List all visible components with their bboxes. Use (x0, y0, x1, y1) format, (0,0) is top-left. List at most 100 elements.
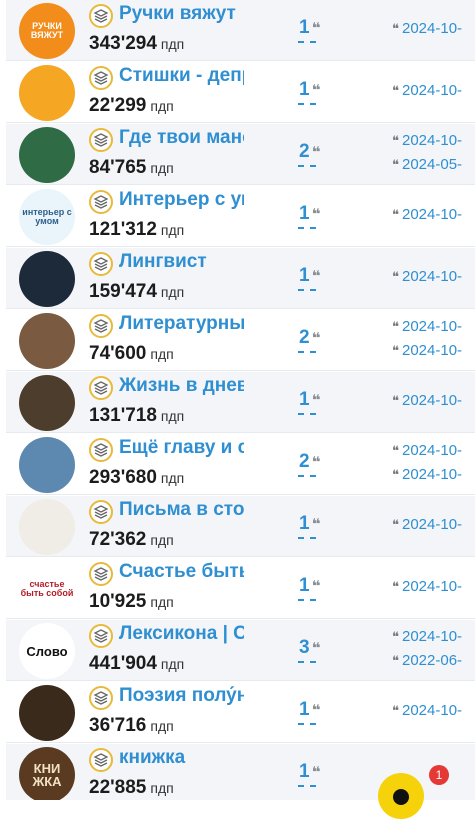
mention-date[interactable]: ❝ 2024-05- (392, 156, 462, 173)
layers-icon[interactable] (89, 624, 113, 648)
channel-row[interactable]: Где твои мане 84'765 пдп 2 ❝ ❝ 2024-10- ❝ 2024-0… (6, 124, 475, 185)
channel-row[interactable]: Слово Лексикона | С 441'904 пдп 3 ❝ ❝ 2024-10- ❝… (6, 620, 475, 681)
channel-title[interactable]: Письма в сто (119, 499, 244, 521)
layers-icon[interactable] (89, 562, 113, 586)
channel-row[interactable]: Жизнь в днев 131'718 пдп 1 ❝ ❝ 2024-10- (6, 372, 475, 433)
channel-avatar[interactable]: Слово (19, 623, 75, 679)
channel-title[interactable]: книжка (119, 747, 244, 769)
channel-title[interactable]: Литературны (119, 313, 244, 335)
channel-avatar[interactable] (19, 127, 75, 183)
channel-avatar[interactable]: РУЧКИ ВЯЖУТ (19, 3, 75, 59)
mention-count-value: 1 (299, 699, 310, 720)
mention-date-value: 2024-10- (402, 342, 463, 359)
mention-date[interactable]: ❝ 2024-10- (392, 268, 462, 285)
mention-date[interactable]: ❝ 2024-10- (392, 442, 462, 459)
layers-icon[interactable] (89, 314, 113, 338)
channel-avatar[interactable] (19, 685, 75, 741)
mention-date[interactable]: ❝ 2024-10- (392, 206, 462, 223)
subscriber-count: 159'474 пдп (89, 281, 184, 303)
mention-date[interactable]: ❝ 2024-10- (392, 318, 462, 335)
layers-icon[interactable] (89, 748, 113, 772)
mention-date[interactable]: ❝ 2024-10- (392, 628, 462, 645)
channel-title[interactable]: Интерьер с ум (119, 189, 244, 211)
channel-row[interactable]: Ещё главу и с 293'680 пдп 2 ❝ ❝ 2024-10- ❝ 2024-… (6, 434, 475, 495)
mention-date[interactable]: ❝ 2024-10- (392, 342, 462, 359)
layers-icon[interactable] (89, 128, 113, 152)
mention-count-value: 2 (299, 451, 310, 472)
layers-icon[interactable] (89, 438, 113, 462)
layers-icon[interactable] (89, 4, 113, 28)
channel-row[interactable]: интерьер с умом Интерьер с ум 121'312 пдп 1 ❝… (6, 186, 475, 247)
channel-title[interactable]: Ещё главу и с (119, 437, 244, 459)
channel-avatar[interactable] (19, 375, 75, 431)
mention-date[interactable]: ❝ 2024-10- (392, 392, 462, 409)
channel-row[interactable]: Письма в сто 72'362 пдп 1 ❝ ❝ 2024-10- (6, 496, 475, 557)
mention-count-value: 2 (299, 141, 310, 162)
mention-count[interactable]: 2 ❝ (298, 451, 320, 477)
mention-count-value: 1 (299, 17, 310, 38)
mention-date[interactable]: ❝ 2022-06- (392, 652, 462, 669)
mention-count[interactable]: 2 ❝ (298, 141, 320, 167)
mention-date[interactable]: ❝ 2024-10- (392, 466, 462, 483)
channel-title[interactable]: Где твои мане (119, 127, 244, 149)
mention-count[interactable]: 3 ❝ (298, 637, 320, 663)
channel-title[interactable]: Стишки - депр (119, 65, 244, 87)
layers-icon[interactable] (89, 66, 113, 90)
mention-date[interactable]: ❝ 2024-10- (392, 516, 462, 533)
channel-title[interactable]: Жизнь в днев (119, 375, 244, 397)
mention-count[interactable]: 1 ❝ (298, 513, 320, 539)
mention-date[interactable]: ❝ 2024-10- (392, 132, 462, 149)
channel-avatar[interactable]: счастье быть собой (19, 561, 75, 617)
layers-icon[interactable] (89, 376, 113, 400)
mention-count[interactable]: 1 ❝ (298, 265, 320, 291)
quote-icon: ❝ (311, 330, 321, 347)
quote-icon: ❝ (392, 319, 399, 334)
layers-icon[interactable] (89, 686, 113, 710)
channel-avatar[interactable] (19, 499, 75, 555)
mention-count[interactable]: 2 ❝ (298, 327, 321, 353)
channel-list: РУЧКИ ВЯЖУТ Ручки вяжут 343'294 пдп 1 ❝ ❝ 2024-… (0, 0, 475, 800)
support-chat-button[interactable] (378, 773, 424, 819)
mention-count[interactable]: 1 ❝ (298, 203, 320, 229)
mention-date[interactable]: ❝ 2024-10- (392, 82, 462, 99)
mention-count[interactable]: 1 ❝ (298, 575, 320, 601)
mention-date-value: 2022-06- (402, 652, 463, 669)
mention-count[interactable]: 1 ❝ (298, 389, 320, 415)
channel-avatar[interactable] (19, 251, 75, 307)
subscriber-unit: пдп (150, 780, 174, 796)
mention-date[interactable]: ❝ 2024-10- (392, 578, 462, 595)
quote-icon: ❝ (392, 157, 399, 172)
channel-title[interactable]: Лексикона | С (119, 623, 244, 645)
channel-title[interactable]: Лингвист (119, 251, 244, 273)
channel-avatar[interactable]: интерьер с умом (19, 189, 75, 245)
avatar-label: РУЧКИ ВЯЖУТ (30, 21, 64, 40)
mention-date[interactable]: ❝ 2024-10- (392, 20, 462, 37)
mention-count[interactable]: 1 ❝ (298, 699, 320, 725)
mention-count[interactable]: 1 ❝ (298, 761, 320, 787)
mention-date[interactable]: ❝ 2024-10- (392, 702, 462, 719)
channel-row[interactable]: Стишки - депр 22'299 пдп 1 ❝ ❝ 2024-10- (6, 62, 475, 123)
mention-date-value: 2024-10- (402, 318, 463, 335)
mention-count[interactable]: 1 ❝ (298, 79, 320, 105)
channel-row[interactable]: Литературны 74'600 пдп 2 ❝ ❝ 2024-10- ❝ 2024-10- (6, 310, 475, 371)
mention-count-value: 2 (299, 327, 310, 348)
channel-row[interactable]: РУЧКИ ВЯЖУТ Ручки вяжут 343'294 пдп 1 ❝ ❝ 2024-… (6, 0, 475, 61)
mention-count[interactable]: 1 ❝ (298, 17, 321, 43)
channel-avatar[interactable]: КНИ ЖКА (19, 747, 75, 800)
channel-title[interactable]: Ручки вяжут (119, 3, 244, 25)
dashed-underline (298, 785, 316, 787)
channel-row[interactable]: Лингвист 159'474 пдп 1 ❝ ❝ 2024-10- (6, 248, 475, 309)
channel-avatar[interactable] (19, 313, 75, 369)
channel-title[interactable]: Поэзия полу́н (119, 685, 244, 707)
channel-row[interactable]: счастье быть собой Счастье быть 10'925 пдп 1… (6, 558, 475, 619)
layers-icon[interactable] (89, 190, 113, 214)
channel-avatar[interactable] (19, 65, 75, 121)
layers-icon[interactable] (89, 252, 113, 276)
layers-icon[interactable] (89, 500, 113, 524)
subscriber-count: 36'716 пдп (89, 715, 174, 737)
quote-icon: ❝ (311, 20, 321, 37)
channel-row[interactable]: Поэзия полу́н 36'716 пдп 1 ❝ ❝ 2024-10- (6, 682, 475, 743)
channel-title[interactable]: Счастье быть (119, 561, 244, 583)
quote-icon: ❝ (392, 579, 399, 594)
channel-avatar[interactable] (19, 437, 75, 493)
